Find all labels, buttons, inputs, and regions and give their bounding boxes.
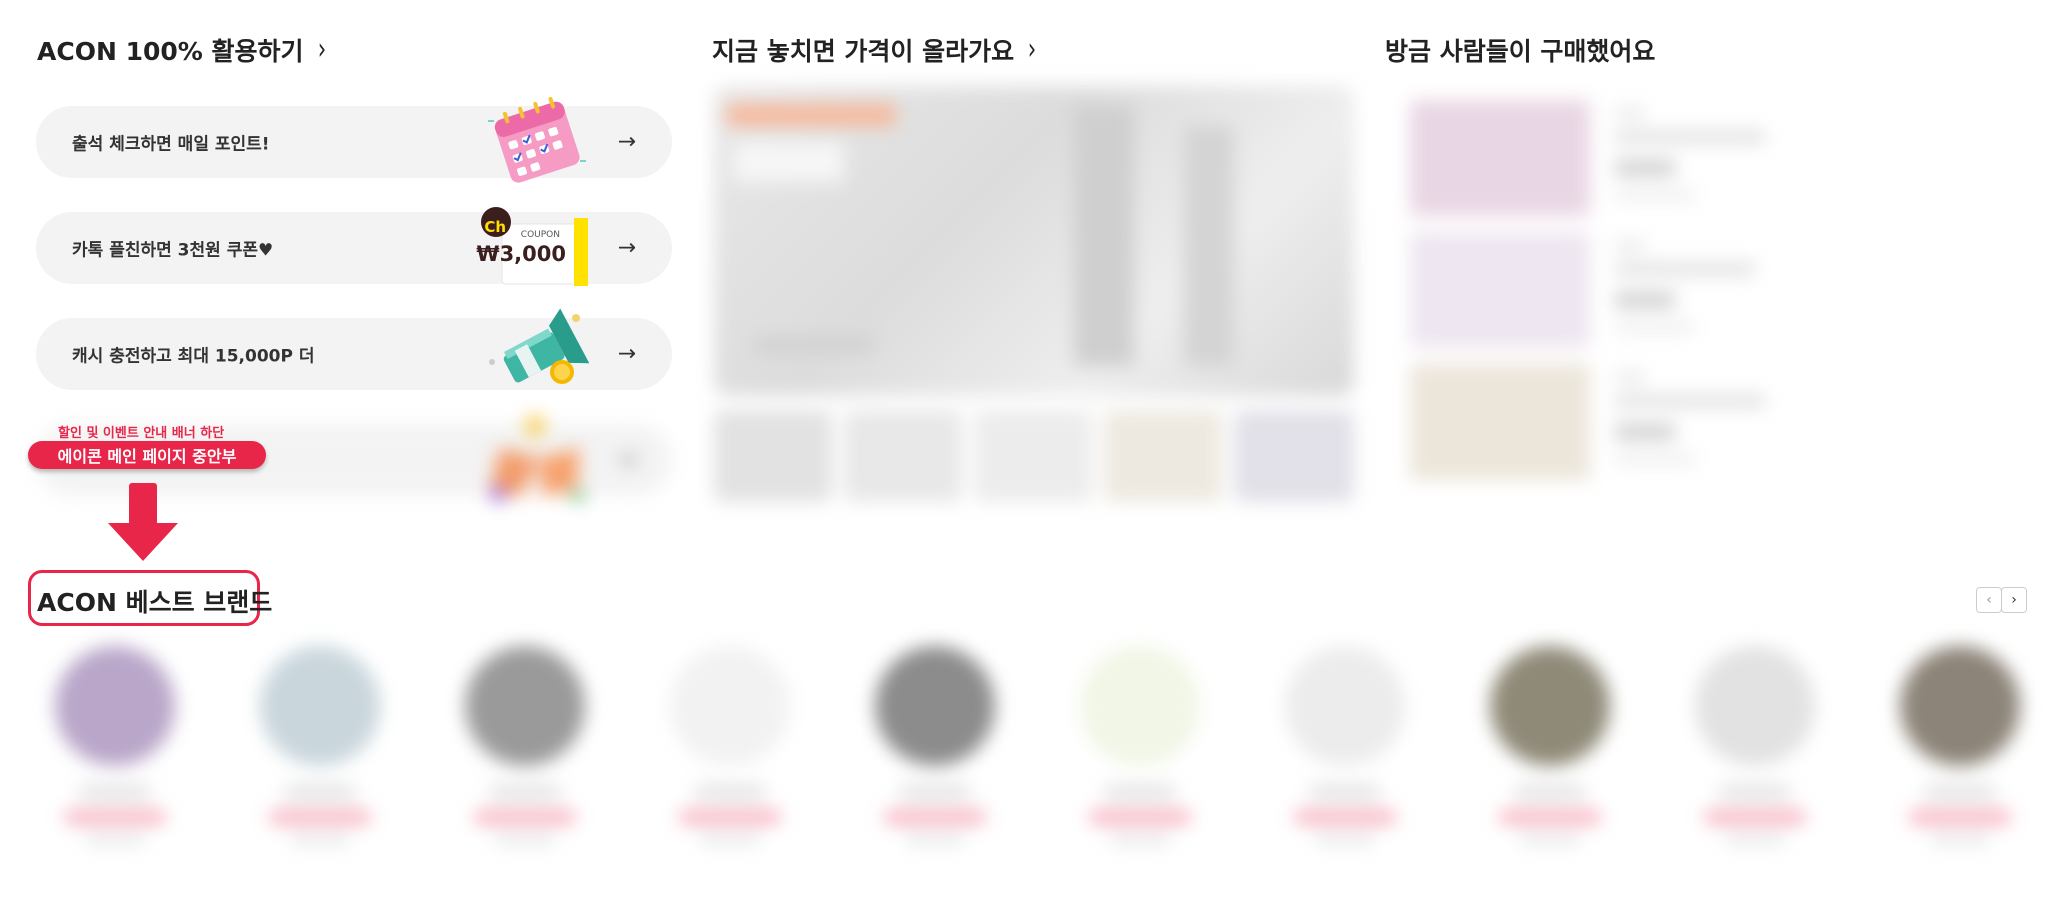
- price-rising-thumbnails[interactable]: [714, 410, 1354, 502]
- recent-purchase-list[interactable]: [1400, 100, 2040, 490]
- carousel-prev-button[interactable]: ‹: [1976, 587, 2002, 613]
- annotation-caption: 할인 및 이벤트 안내 배너 하단: [58, 426, 225, 441]
- price-rising-title[interactable]: 지금 놓치면 가격이 올라가요 ›: [712, 32, 1038, 68]
- list-item[interactable]: [1410, 364, 1980, 484]
- brand-item[interactable]: [1890, 646, 2030, 846]
- brand-item[interactable]: [865, 646, 1005, 846]
- brand-item[interactable]: [250, 646, 390, 846]
- attendance-banner[interactable]: 출석 체크하면 매일 포인트! →: [36, 96, 672, 183]
- arrow-right-icon: →: [617, 341, 636, 367]
- chevron-right-icon: ›: [317, 32, 326, 67]
- brand-item[interactable]: [45, 646, 185, 846]
- best-brand-title-text: ACON 베스트 브랜드: [37, 588, 273, 617]
- brand-item[interactable]: [1480, 646, 1620, 846]
- coupon-caption: COUPON: [520, 230, 560, 240]
- brand-item[interactable]: [455, 646, 595, 846]
- brand-item[interactable]: [1685, 646, 1825, 846]
- acon-guide-title-text: ACON 100% 활용하기: [37, 37, 304, 66]
- best-brand-title: ACON 베스트 브랜드: [37, 583, 272, 619]
- arrow-right-icon: →: [617, 129, 636, 155]
- price-rising-main-image[interactable]: [714, 86, 1354, 396]
- list-item[interactable]: [1410, 232, 1980, 352]
- cash-megaphone-icon: [489, 308, 590, 384]
- kakao-channel-badge: Ch: [484, 218, 506, 236]
- coupon-amount: ₩3,000: [476, 242, 566, 266]
- chevron-right-icon: ›: [1027, 32, 1037, 67]
- brand-item[interactable]: [660, 646, 800, 846]
- discount-icon: [490, 416, 584, 502]
- cash-charge-banner[interactable]: 캐시 충전하고 최대 15,000P 더 →: [36, 308, 672, 390]
- calendar-icon: [488, 96, 586, 183]
- arrow-right-icon: →: [617, 235, 636, 261]
- banner-label: 카톡 플친하면 3천원 쿠폰♥: [72, 240, 274, 261]
- list-item[interactable]: [1410, 100, 1980, 220]
- annotation-pill: 에이콘 메인 페이지 중안부: [28, 441, 266, 469]
- recent-purchase-title-text: 방금 사람들이 구매했어요: [1385, 37, 1656, 66]
- banner-label: 캐시 충전하고 최대 15,000P 더: [72, 346, 315, 367]
- acon-guide-title[interactable]: ACON 100% 활용하기 ›: [37, 32, 328, 68]
- brand-item[interactable]: [1275, 646, 1415, 846]
- arrow-right-icon: →: [617, 447, 636, 473]
- banner-label: 출석 체크하면 매일 포인트!: [72, 134, 270, 155]
- recent-purchase-title: 방금 사람들이 구매했어요: [1385, 32, 1655, 68]
- kakao-coupon-banner[interactable]: 카톡 플친하면 3천원 쿠폰♥ Ch COUPON ₩3,000 →: [36, 207, 672, 286]
- arrow-down-icon: [108, 483, 178, 561]
- price-rising-title-text: 지금 놓치면 가격이 올라가요: [712, 37, 1015, 66]
- brand-item[interactable]: [1070, 646, 1210, 846]
- carousel-next-button[interactable]: ›: [2001, 587, 2027, 613]
